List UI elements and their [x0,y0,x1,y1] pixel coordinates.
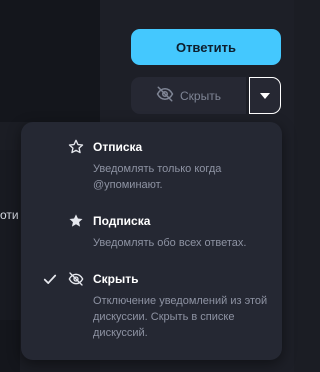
menu-item-hide[interactable]: Скрыть Отключение уведомлений из этой ди… [21,271,282,347]
star-filled-icon [68,213,84,229]
caret-down-icon [260,87,270,105]
checkmark-icon [43,272,57,286]
truncated-text: оти [0,208,19,222]
menu-item-unsubscribe[interactable]: Отписка Уведомлять только когда @упомина… [21,139,282,199]
menu-item-description: Уведомлять только когда @упоминают. [93,163,222,191]
menu-item-description: Отключение уведомлений из этой дискуссии… [93,295,268,339]
dropdown-toggle-button[interactable] [249,77,281,114]
hide-split-button: Скрыть [131,77,281,114]
eye-slash-icon [156,85,174,106]
notification-menu: Отписка Уведомлять только когда @упомина… [21,122,282,360]
reply-button[interactable]: Ответить [131,29,281,65]
menu-item-subscribe[interactable]: Подписка Уведомлять обо всех ответах. [21,213,282,253]
star-outline-icon [68,139,84,155]
eye-slash-icon [68,271,84,287]
hide-button-label: Скрыть [180,88,221,103]
menu-item-title: Отписка [93,140,143,154]
left-panel-bottom [0,320,20,372]
menu-item-title: Подписка [93,214,151,228]
hide-button[interactable]: Скрыть [131,77,246,114]
left-panel-middle: оти [0,150,20,320]
left-panel-top [0,0,100,122]
menu-item-description: Уведомлять обо всех ответах. [93,237,247,249]
menu-item-title: Скрыть [93,272,139,286]
